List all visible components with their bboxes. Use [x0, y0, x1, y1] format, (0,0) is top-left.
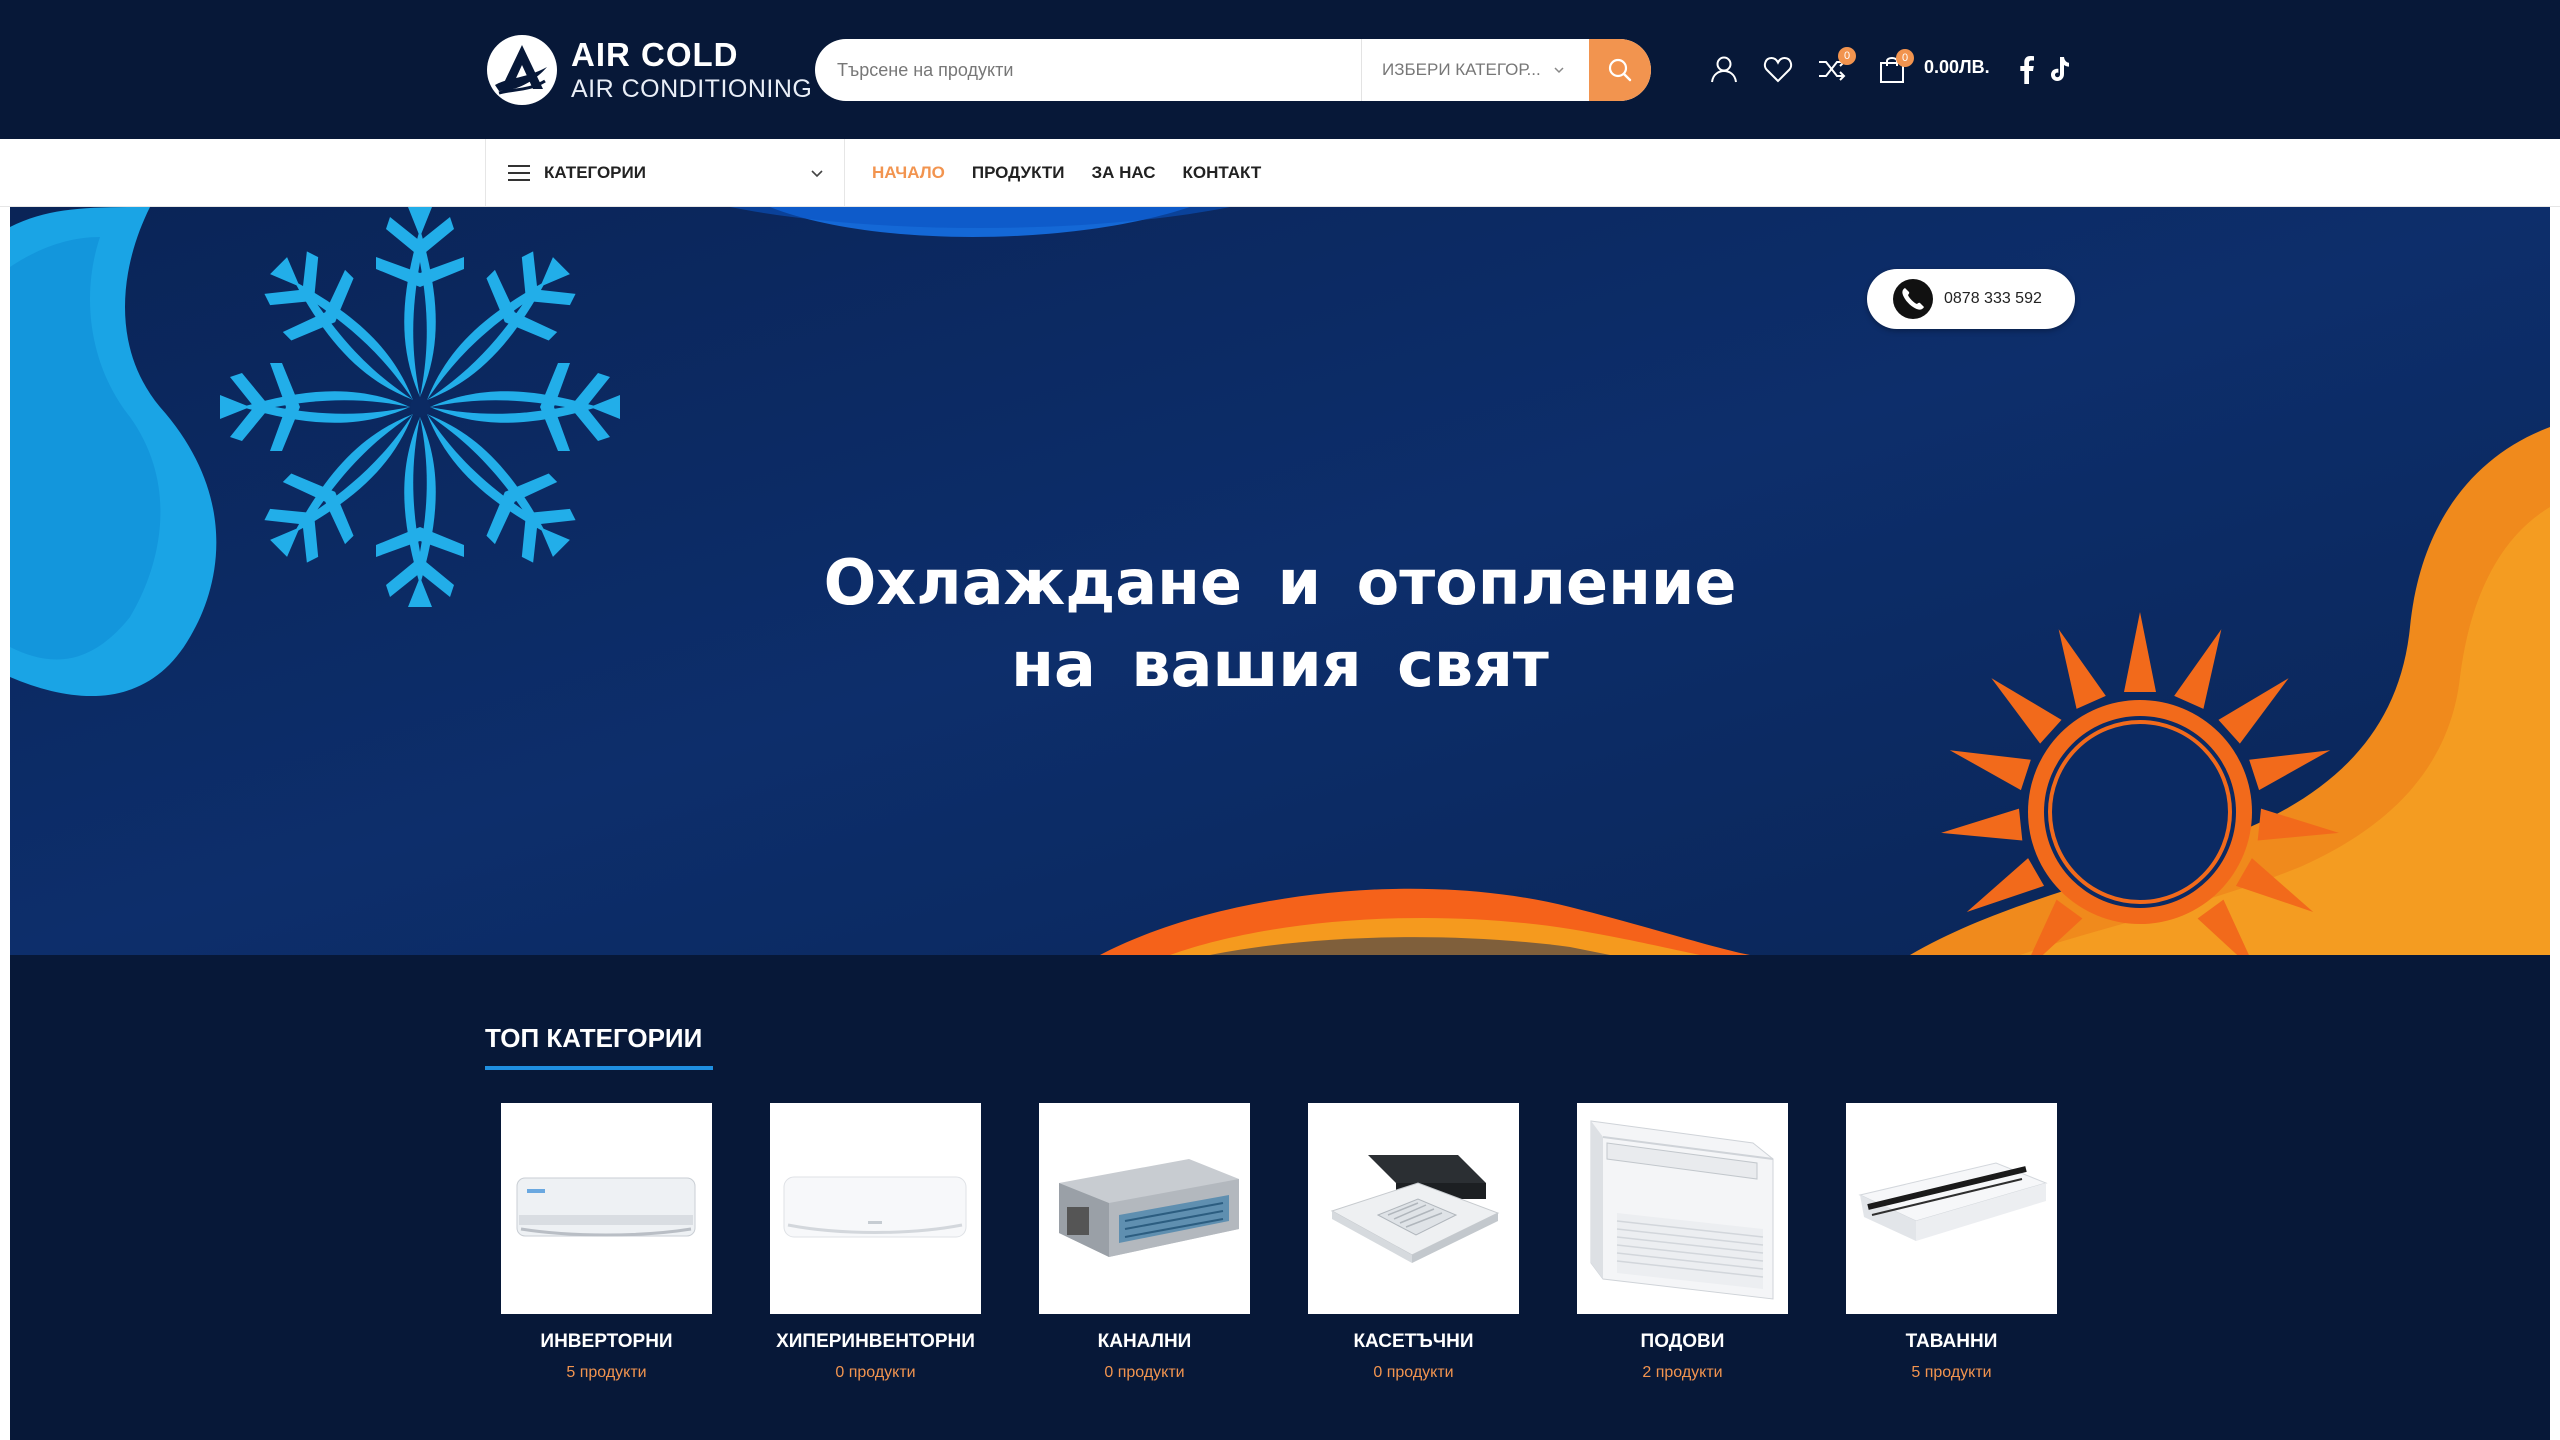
search-input[interactable] [815, 39, 1361, 101]
category-name: ТАВАННИ [1905, 1331, 1998, 1352]
nav-home[interactable]: НАЧАЛО [872, 163, 945, 183]
hero-headline-line2: на вашия свят [1011, 628, 1549, 701]
user-account-icon[interactable] [1708, 53, 1740, 85]
category-image [1577, 1103, 1788, 1314]
ceiling-ac-icon [1846, 1103, 2057, 1314]
search-button[interactable] [1589, 39, 1651, 101]
logo-mark-icon [487, 35, 557, 105]
category-image [1846, 1103, 2057, 1314]
category-card-ceiling[interactable]: ТАВАННИ 5 продукти [1846, 1103, 2057, 1382]
categories-label: КАТЕГОРИИ [544, 163, 646, 182]
cart-total[interactable]: 0.00ЛВ. [1924, 57, 1990, 78]
category-image [1039, 1103, 1250, 1314]
section-title-underline [485, 1066, 713, 1070]
category-image [501, 1103, 712, 1314]
category-count: 0 продукти [835, 1364, 916, 1381]
category-card-inverter[interactable]: ИНВЕРТОРНИ 5 продукти [501, 1103, 712, 1382]
logo-subtitle: AIR CONDITIONING [571, 75, 813, 103]
ducted-ac-icon [1039, 1103, 1250, 1314]
section-title: ТОП КАТЕГОРИИ [485, 1023, 703, 1053]
category-count: 0 продукти [1104, 1364, 1185, 1381]
compare-count-badge: 0 [1838, 47, 1856, 65]
search-bar: ИЗБЕРИ КАТЕГОР... [815, 39, 1651, 101]
category-cards: ИНВЕРТОРНИ 5 продукти ХИПЕРИНВЕНТОРНИ 0 … [501, 1103, 2061, 1403]
floor-ac-icon [1577, 1103, 1788, 1314]
search-category-select[interactable]: ИЗБЕРИ КАТЕГОР... [1361, 39, 1589, 101]
phone-icon [1893, 279, 1933, 319]
site-header: AIR COLD AIR CONDITIONING ИЗБЕРИ КАТЕГОР… [0, 0, 2560, 139]
hero-banner: 0878 333 592 Охлаждане и отопление на ва… [10, 207, 2550, 955]
category-count: 5 продукти [1911, 1364, 1992, 1381]
cart-count-badge: 0 [1896, 49, 1914, 67]
menu-links: НАЧАЛО ПРОДУКТИ ЗА НАС КОНТАКТ [872, 139, 1288, 207]
cassette-ac-icon [1308, 1103, 1519, 1314]
logo-title: AIR COLD [571, 36, 739, 73]
categories-dropdown[interactable]: КАТЕГОРИИ [485, 139, 845, 207]
top-categories-section: ТОП КАТЕГОРИИ ИНВЕРТОРНИ 5 продукти ХИПЕ… [10, 955, 2550, 1440]
category-card-floor[interactable]: ПОДОВИ 2 продукти [1577, 1103, 1788, 1382]
category-name: ИНВЕРТОРНИ [540, 1331, 673, 1352]
main-navigation: КАТЕГОРИИ НАЧАЛО ПРОДУКТИ ЗА НАС КОНТАКТ [0, 139, 2560, 207]
hero-headline: Охлаждане и отопление на вашия свят [10, 542, 2550, 706]
compare-button[interactable]: 0 [1816, 47, 1856, 85]
category-card-ducted[interactable]: КАНАЛНИ 0 продукти [1039, 1103, 1250, 1382]
wall-split-ac-icon [501, 1103, 712, 1314]
hamburger-menu-icon [508, 165, 530, 181]
wishlist-heart-icon[interactable] [1762, 53, 1794, 85]
category-image [1308, 1103, 1519, 1314]
nav-products[interactable]: ПРОДУКТИ [972, 163, 1065, 183]
category-card-cassette[interactable]: КАСЕТЪЧНИ 0 продукти [1308, 1103, 1519, 1382]
nav-about[interactable]: ЗА НАС [1091, 163, 1155, 183]
phone-contact-button[interactable]: 0878 333 592 [1867, 269, 2075, 329]
logo[interactable]: AIR COLD AIR CONDITIONING [485, 33, 812, 107]
chevron-down-icon [811, 170, 823, 178]
wall-split-ac-white-icon [770, 1103, 981, 1314]
cart-button[interactable]: 0 [1876, 49, 1914, 85]
category-name: КАСЕТЪЧНИ [1353, 1331, 1474, 1352]
category-name: КАНАЛНИ [1097, 1331, 1192, 1352]
search-icon [1608, 58, 1632, 82]
category-count: 0 продукти [1373, 1364, 1454, 1381]
phone-number: 0878 333 592 [1944, 290, 2042, 307]
category-image [770, 1103, 981, 1314]
facebook-icon[interactable] [2018, 53, 2036, 85]
category-name: ПОДОВИ [1640, 1331, 1725, 1352]
category-card-hyperinverter[interactable]: ХИПЕРИНВЕНТОРНИ 0 продукти [770, 1103, 981, 1382]
chevron-down-icon [1554, 67, 1564, 74]
tiktok-icon[interactable] [2048, 53, 2070, 85]
category-count: 5 продукти [566, 1364, 647, 1381]
search-category-label: ИЗБЕРИ КАТЕГОР... [1382, 60, 1541, 79]
logo-text: AIR COLD AIR CONDITIONING [571, 38, 812, 102]
category-count: 2 продукти [1642, 1364, 1723, 1381]
nav-contact[interactable]: КОНТАКТ [1183, 163, 1262, 183]
category-name: ХИПЕРИНВЕНТОРНИ [776, 1331, 975, 1352]
hero-headline-line1: Охлаждане и отопление [823, 546, 1737, 619]
